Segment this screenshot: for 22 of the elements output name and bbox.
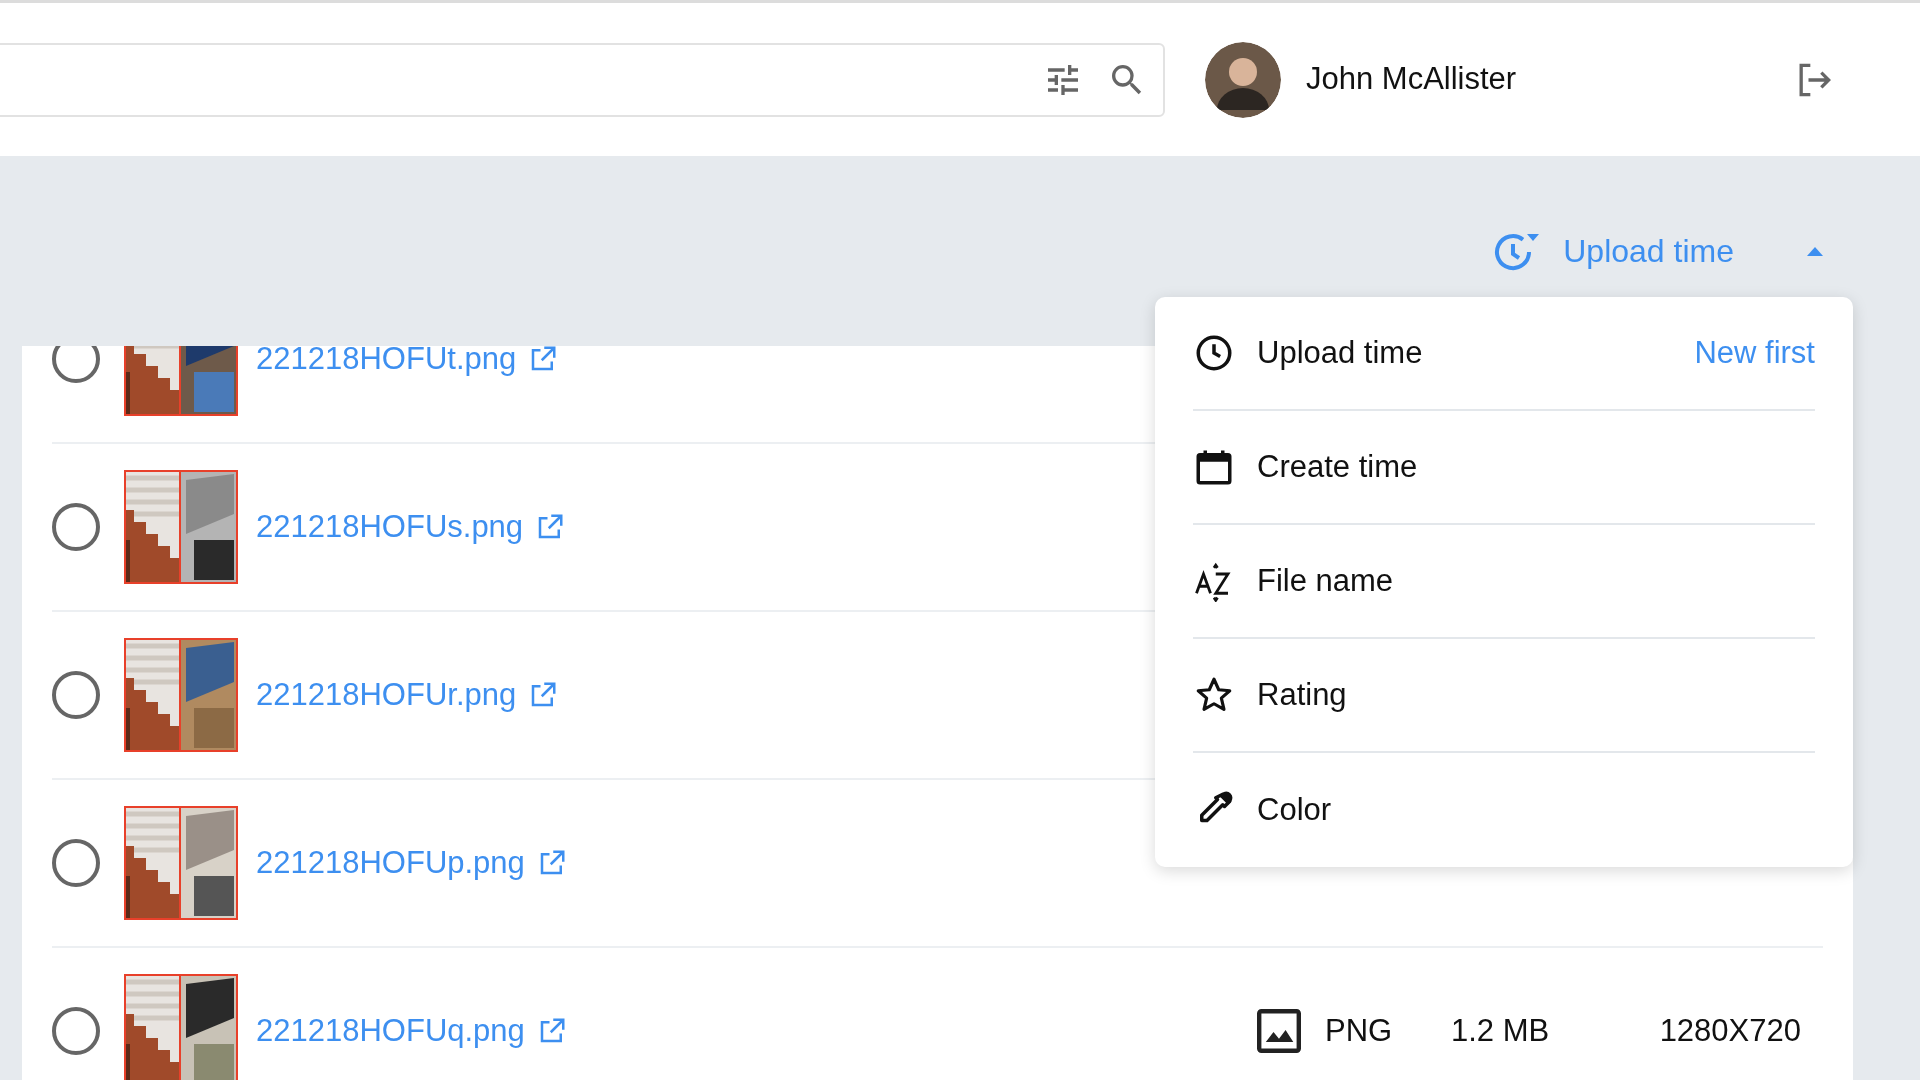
menu-item[interactable]: Color xyxy=(1193,753,1815,867)
file-type: PNG xyxy=(1325,1011,1394,1050)
file-link[interactable]: 221218HOFUs.png xyxy=(256,503,524,551)
menu-item[interactable]: File name xyxy=(1193,525,1815,639)
file-dimensions: 1280X720 xyxy=(1658,1011,1801,1050)
search-field[interactable] xyxy=(0,42,1165,117)
radio-button[interactable] xyxy=(52,839,100,887)
file-link[interactable]: 221218HOFUp.png xyxy=(256,839,525,887)
menu-item[interactable]: Create time xyxy=(1193,411,1815,525)
radio-button[interactable] xyxy=(52,503,100,551)
file-link[interactable]: 221218HOFUr.png xyxy=(256,671,517,719)
image-icon xyxy=(1257,1009,1301,1053)
user-name: John McAllister xyxy=(1306,60,1517,99)
sort-button[interactable]: Upload time xyxy=(1491,227,1824,275)
radio-button[interactable] xyxy=(52,346,100,383)
file-link[interactable]: 221218HOFUt.png xyxy=(256,346,517,383)
menu-item[interactable]: Rating xyxy=(1193,639,1815,753)
radio-button[interactable] xyxy=(52,671,100,719)
radio-button[interactable] xyxy=(52,1007,100,1055)
menu-item[interactable]: Upload time New first xyxy=(1193,297,1815,411)
file-size: 1.2 MB xyxy=(1451,1011,1551,1050)
file-link[interactable]: 221218HOFUq.png xyxy=(256,1007,525,1055)
